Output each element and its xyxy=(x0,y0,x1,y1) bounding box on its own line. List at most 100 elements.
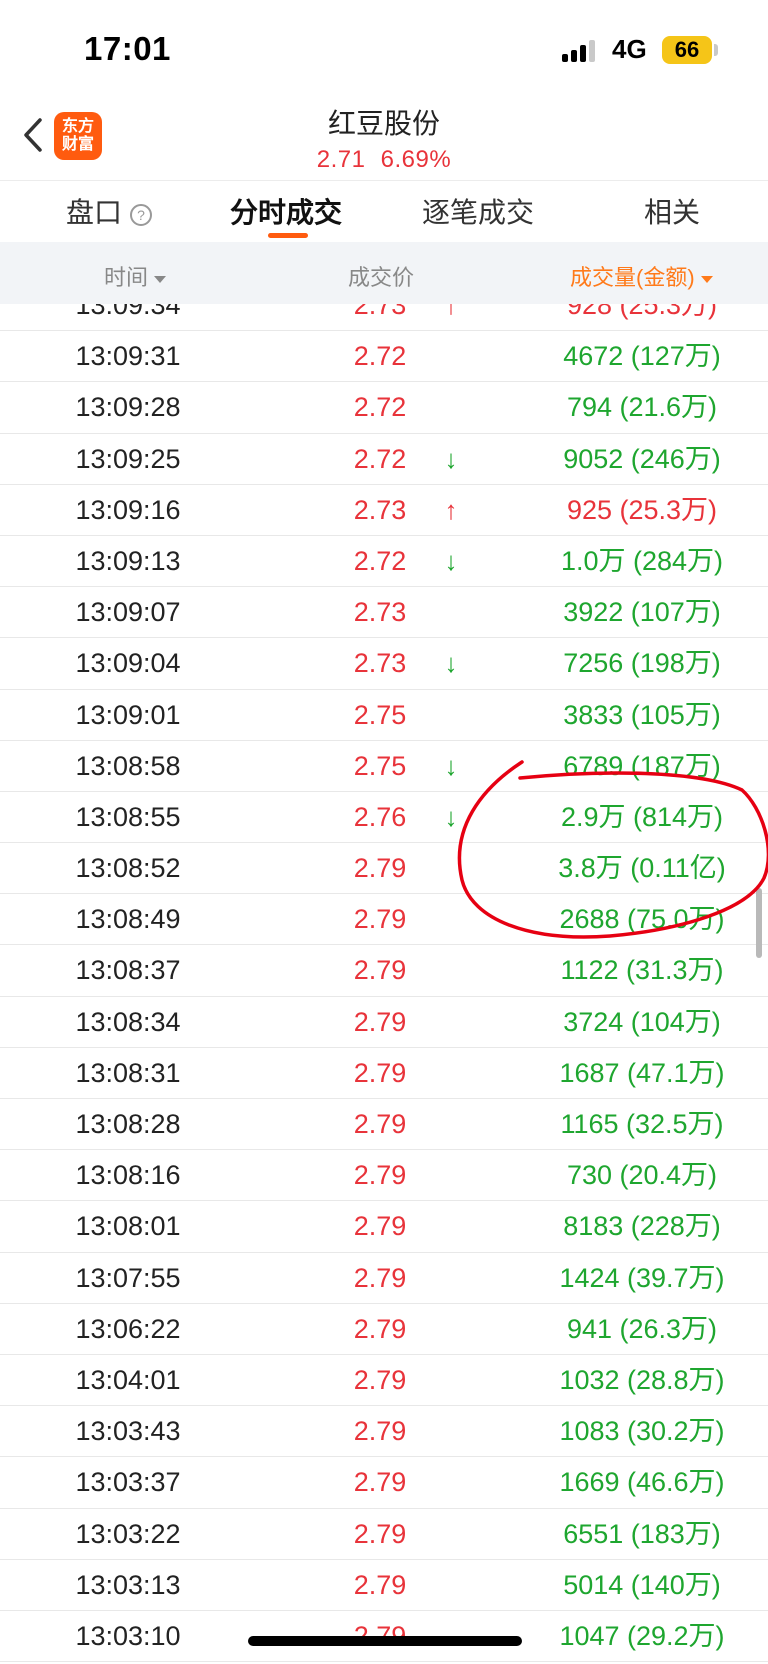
trade-row: 13:08:37 2.79 1122 (31.3万) xyxy=(0,945,768,997)
arrow-down-icon: ↓ xyxy=(444,648,458,679)
active-tab-indicator xyxy=(268,233,308,238)
status-bar: 17:01 4G 66 xyxy=(0,0,768,100)
trade-price: 2.73 xyxy=(353,304,407,320)
trade-volume: 1.0万 (284万) xyxy=(560,545,724,576)
trade-row: 13:08:49 2.79 2688 (75.0万) xyxy=(0,894,768,946)
trade-volume: 6551 (183万) xyxy=(563,1518,721,1549)
tab-tick-trades[interactable]: 逐笔成交 xyxy=(422,191,534,231)
sort-volume-button[interactable]: 成交量(金额) xyxy=(570,260,713,292)
trade-row: 13:09:13 2.72 ↓ 1.0万 (284万) xyxy=(0,536,768,588)
trade-price: 2.79 xyxy=(353,1109,407,1139)
trade-price: 2.75 xyxy=(353,750,407,781)
direction-placeholder xyxy=(436,587,466,638)
direction-placeholder xyxy=(436,945,466,996)
trade-time: 13:09:31 xyxy=(75,341,181,372)
tab-label: 逐笔成交 xyxy=(422,197,535,228)
trade-price: 2.79 xyxy=(353,1364,407,1395)
trade-row: 13:06:22 2.79 941 (26.3万) xyxy=(0,1304,768,1355)
direction-placeholder xyxy=(436,1406,466,1457)
trade-row: 13:09:28 2.72 794 (21.6万) xyxy=(0,382,768,434)
stock-quote: 2.71 6.69% xyxy=(0,146,768,174)
trade-price: 2.79 xyxy=(353,1211,407,1242)
trade-time: 13:09:04 xyxy=(75,648,181,679)
battery-level: 66 xyxy=(674,37,700,62)
trade-volume: 3833 (105万) xyxy=(563,699,721,730)
trade-price: 2.73 xyxy=(353,648,407,679)
trade-volume: 928 (25.3万) xyxy=(566,304,718,320)
trade-time: 13:03:22 xyxy=(75,1518,181,1549)
trade-time: 13:04:01 xyxy=(75,1364,181,1395)
tab-pankou[interactable]: 盘口? xyxy=(66,191,153,231)
direction-placeholder xyxy=(436,1457,466,1508)
trade-list: 13:09:34 2.73 ↑ 928 (25.3万) 13:09:31 2.72 4672… xyxy=(0,304,768,1663)
scrollbar-thumb[interactable] xyxy=(756,888,762,958)
trade-price: 2.79 xyxy=(353,904,407,935)
trade-time: 13:09:34 xyxy=(75,304,181,320)
trade-volume: 8183 (228万) xyxy=(563,1211,721,1242)
home-indicator xyxy=(248,1636,522,1646)
trade-time: 13:09:28 xyxy=(75,392,181,423)
direction-placeholder xyxy=(436,843,466,894)
trade-time: 13:08:31 xyxy=(75,1057,181,1088)
trade-row: 13:08:34 2.79 3724 (104万) xyxy=(0,997,768,1048)
direction-placeholder xyxy=(436,690,466,741)
trade-price: 2.73 xyxy=(353,494,407,525)
trade-row: 13:03:22 2.79 6551 (183万) xyxy=(0,1509,768,1560)
signal-icon xyxy=(562,38,600,62)
direction-placeholder xyxy=(436,1304,466,1355)
trade-row: 13:08:55 2.76 ↓ 2.9万 (814万) xyxy=(0,792,768,844)
tab-intraday-trades[interactable]: 分时成交 xyxy=(230,191,342,231)
trade-time: 13:03:10 xyxy=(75,1620,181,1651)
column-header: 时间 成交价 成交量(金额) xyxy=(0,242,768,304)
trade-row: 13:08:58 2.75 ↓ 6789 (187万) xyxy=(0,741,768,792)
trade-row: 13:08:52 2.79 3.8万 (0.11亿) xyxy=(0,843,768,895)
trade-time: 13:08:37 xyxy=(75,955,181,986)
stock-header: 东方财富 红豆股份 2.71 6.69% xyxy=(0,100,768,180)
tab-label: 盘口 xyxy=(66,197,123,228)
arrow-down-icon: ↓ xyxy=(444,801,458,832)
direction-placeholder xyxy=(436,1201,466,1252)
stock-name: 红豆股份 xyxy=(327,108,440,139)
trade-volume: 2688 (75.0万) xyxy=(559,904,725,935)
direction-placeholder xyxy=(436,382,466,433)
trade-price: 2.72 xyxy=(353,341,407,372)
trade-volume: 1047 (29.2万) xyxy=(559,1620,725,1651)
trade-row: 13:03:37 2.79 1669 (46.6万) xyxy=(0,1457,768,1509)
trade-row: 13:09:16 2.73 ↑ 925 (25.3万) xyxy=(0,485,768,536)
caret-down-icon xyxy=(700,275,713,283)
trade-row: 13:03:13 2.79 5014 (140万) xyxy=(0,1560,768,1611)
trade-time: 13:03:43 xyxy=(75,1416,181,1447)
help-icon[interactable]: ? xyxy=(130,203,153,226)
trade-price: 2.79 xyxy=(353,1057,407,1088)
trade-time: 13:08:58 xyxy=(75,750,181,781)
trade-volume: 2.9万 (814万) xyxy=(560,801,724,832)
direction-placeholder xyxy=(436,997,466,1048)
trade-volume: 3922 (107万) xyxy=(563,597,721,628)
sort-time-button[interactable]: 时间 xyxy=(104,260,167,292)
tab-related[interactable]: 相关 xyxy=(644,191,700,231)
trade-price: 2.76 xyxy=(353,801,407,832)
direction-placeholder xyxy=(436,1150,466,1201)
trade-price: 2.79 xyxy=(353,955,407,986)
trade-volume: 1083 (30.2万) xyxy=(559,1416,725,1447)
trade-time: 13:08:34 xyxy=(75,1006,181,1037)
trade-time: 13:09:25 xyxy=(75,443,181,474)
trade-volume: 6789 (187万) xyxy=(563,750,721,781)
trade-list-viewport[interactable]: 13:09:34 2.73 ↑ 928 (25.3万) 13:09:31 2.72 4672… xyxy=(0,304,768,1664)
trade-time: 13:07:55 xyxy=(75,1262,181,1293)
trade-volume: 7256 (198万) xyxy=(563,648,721,679)
trade-time: 13:03:13 xyxy=(75,1569,181,1600)
battery-icon: 66 xyxy=(662,36,712,64)
arrow-up-icon: ↑ xyxy=(444,494,458,525)
column-price-label: 成交价 xyxy=(348,265,415,290)
trade-time: 13:08:55 xyxy=(75,801,181,832)
trade-row: 13:07:55 2.79 1424 (39.7万) xyxy=(0,1253,768,1304)
direction-placeholder xyxy=(436,1560,466,1611)
direction-placeholder xyxy=(436,1253,466,1304)
trade-price: 2.72 xyxy=(353,443,407,474)
direction-placeholder xyxy=(436,894,466,945)
trade-volume: 3.8万 (0.11亿) xyxy=(558,853,726,884)
trade-price: 2.79 xyxy=(353,1416,407,1447)
tab-bar: 盘口? 分时成交 逐笔成交 相关 xyxy=(0,180,768,242)
stock-price: 2.71 xyxy=(316,146,366,173)
